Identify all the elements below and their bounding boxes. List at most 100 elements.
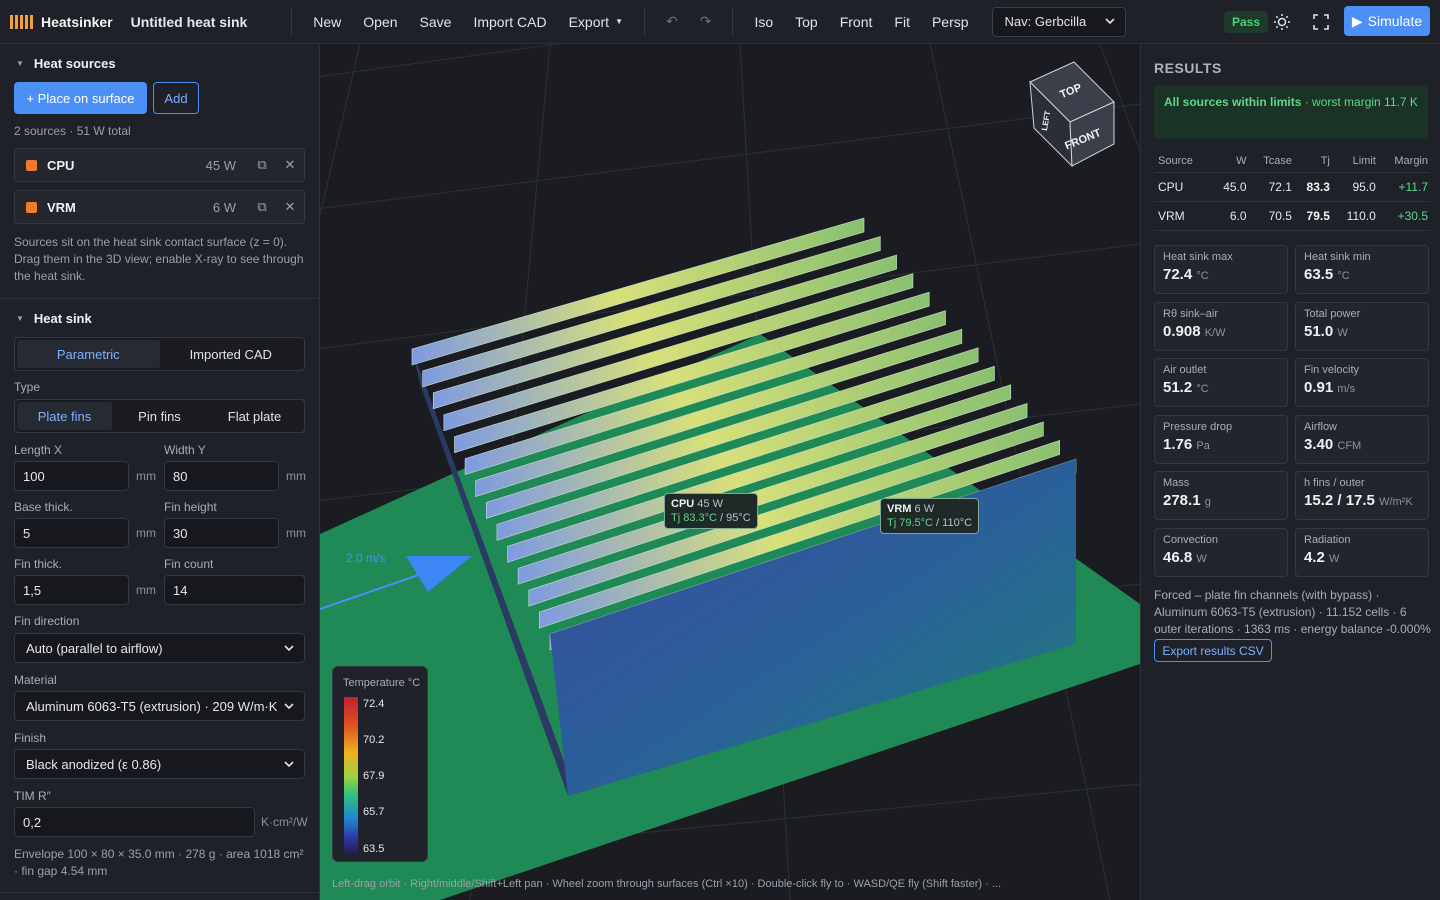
- toolbar-divider: [291, 7, 293, 36]
- width-y-unit: mm: [286, 469, 306, 483]
- metric-value: 72.4 °C: [1163, 266, 1209, 283]
- metric-label: Rθ sink–air: [1163, 307, 1219, 320]
- metric-label: Heat sink max: [1163, 251, 1233, 263]
- new-button[interactable]: New: [302, 7, 352, 37]
- metric-label: Airflow: [1304, 420, 1338, 433]
- tab-pin-fins[interactable]: Pin fins: [112, 402, 207, 430]
- view-fit-button[interactable]: Fit: [883, 7, 921, 37]
- metric-value: 0.91 m/s: [1304, 379, 1356, 396]
- redo-icon[interactable]: ↷: [689, 7, 723, 37]
- metric-label: Convection: [1163, 533, 1219, 546]
- tag-power: 45 W: [697, 498, 723, 510]
- duplicate-icon[interactable]: ⧉: [248, 199, 276, 215]
- metric-label: Air outlet: [1163, 364, 1207, 376]
- app-name: Heatsinker: [41, 13, 113, 30]
- heat-sink-title: Heat sink: [33, 310, 92, 326]
- 3d-viewport[interactable]: TOP FRONT LEFT 2.0 m/s CPU 45 W Tj 83.3°…: [320, 44, 1140, 900]
- envelope-note: Envelope 100 × 80 × 35.0 mm · 278 g · ar…: [14, 847, 304, 878]
- export-menu-button[interactable]: Export ▼: [558, 7, 634, 37]
- tim-input[interactable]: 0,2: [14, 807, 255, 837]
- source-row-cpu[interactable]: CPU 45 W ⧉ ✕: [14, 148, 305, 182]
- nav-mode-select[interactable]: Nav: Gerbcilla: [991, 6, 1126, 37]
- document-title[interactable]: Untitled heat sink: [131, 14, 248, 30]
- close-icon[interactable]: ✕: [276, 199, 304, 215]
- results-status-detail: · worst margin 11.7 K: [1301, 95, 1418, 109]
- scene-canvas[interactable]: TOP FRONT LEFT: [320, 44, 1140, 900]
- metric-card: Mass 278.1 g: [1154, 471, 1288, 520]
- tab-flat-plate[interactable]: Flat plate: [207, 402, 302, 430]
- theme-sun-icon[interactable]: [1271, 11, 1293, 33]
- tab-imported-cad[interactable]: Imported CAD: [160, 340, 303, 368]
- navigation-hint: Left-drag orbit · Right/middle/Shift+Lef…: [332, 878, 1001, 890]
- view-iso-button[interactable]: Iso: [743, 7, 784, 37]
- nav-cube[interactable]: TOP FRONT LEFT: [1029, 61, 1115, 168]
- base-thick-input[interactable]: 5: [14, 518, 129, 548]
- heat-sources-section-header[interactable]: ▼ Heat sources: [0, 53, 116, 73]
- place-on-surface-button[interactable]: + Place on surface: [14, 82, 147, 114]
- metric-card: Heat sink min 63.5 °C: [1295, 245, 1429, 294]
- width-y-label: Width Y: [164, 443, 206, 457]
- source-color-swatch: [26, 159, 37, 171]
- legend-tick: 72.4: [363, 698, 385, 710]
- view-front-button[interactable]: Front: [829, 7, 884, 37]
- fin-thick-input[interactable]: 1,5: [14, 575, 129, 605]
- tag-tj: Tj 83.3°C: [671, 512, 717, 524]
- tab-parametric[interactable]: Parametric: [17, 340, 160, 368]
- simulate-button[interactable]: ▶ Simulate: [1344, 6, 1430, 36]
- vrm-source-tag[interactable]: VRM 6 W Tj 79.5°C / 110°C: [880, 498, 980, 534]
- toolbar-divider: [732, 7, 734, 36]
- view-top-button[interactable]: Top: [784, 7, 829, 37]
- fin-direction-select[interactable]: Auto (parallel to airflow): [14, 633, 305, 663]
- temperature-legend: Temperature °C 72.4 70.2 67.9 65.7 63.5: [332, 666, 428, 862]
- results-status-bold: All sources within limits: [1164, 95, 1302, 109]
- source-row-vrm[interactable]: VRM 6 W ⧉ ✕: [14, 190, 305, 224]
- tim-label: TIM R″: [14, 789, 51, 803]
- metric-label: Fin velocity: [1304, 364, 1360, 376]
- table-row: VRM 6.0 70.5 79.5 110.0 +30.5: [1154, 201, 1430, 231]
- legend-tick: 70.2: [363, 734, 385, 746]
- undo-icon[interactable]: ↶: [655, 7, 689, 37]
- cell: 83.3: [1293, 172, 1332, 202]
- cpu-source-tag[interactable]: CPU 45 W Tj 83.3°C / 95°C: [664, 493, 758, 529]
- tag-tj: Tj 79.5°C: [887, 517, 933, 529]
- chevron-down-icon: [1104, 18, 1115, 25]
- results-panel: RESULTS All sources within limits · wors…: [1140, 44, 1440, 900]
- tag-power: 6 W: [914, 503, 935, 515]
- metric-unit: g: [1204, 496, 1211, 508]
- duplicate-icon[interactable]: ⧉: [248, 157, 276, 173]
- tim-unit: K·cm²/W: [261, 815, 308, 829]
- caret-down-icon: ▼: [615, 17, 623, 26]
- base-thick-label: Base thick.: [14, 500, 73, 514]
- col-tcase: Tcase: [1248, 150, 1294, 173]
- fin-count-input[interactable]: 14: [164, 575, 305, 605]
- open-button[interactable]: Open: [352, 7, 408, 37]
- view-persp-button[interactable]: Persp: [921, 7, 980, 37]
- save-button[interactable]: Save: [409, 7, 463, 37]
- toolbar-divider: [643, 7, 645, 36]
- export-label: Export: [568, 13, 610, 30]
- fin-height-input[interactable]: 30: [164, 518, 279, 548]
- metric-value: 51.2 °C: [1163, 379, 1209, 396]
- width-y-input[interactable]: 80: [164, 461, 279, 491]
- material-select[interactable]: Aluminum 6063-T5 (extrusion) · 209 W/m·K: [14, 691, 305, 721]
- add-source-button[interactable]: Add: [153, 82, 199, 114]
- import-cad-button[interactable]: Import CAD: [462, 7, 557, 37]
- status-badge: Pass: [1224, 11, 1269, 33]
- metric-value: 63.5 °C: [1304, 266, 1350, 283]
- metric-value: 278.1 g: [1163, 492, 1211, 509]
- tab-plate-fins[interactable]: Plate fins: [17, 402, 112, 430]
- legend-tick: 63.5: [363, 843, 385, 855]
- play-icon: ▶: [1351, 12, 1363, 29]
- metric-value: 3.40 CFM: [1304, 435, 1362, 453]
- col-margin: Margin: [1377, 150, 1430, 173]
- close-icon[interactable]: ✕: [276, 157, 304, 173]
- heat-sink-section-header[interactable]: ▼ Heat sink: [0, 308, 92, 328]
- metric-value: 15.2 / 17.5 W/m²K: [1304, 492, 1413, 509]
- finish-select[interactable]: Black anodized (ε 0.86): [14, 749, 305, 779]
- metric-card: Fin velocity 0.91 m/s: [1295, 358, 1429, 407]
- export-csv-button[interactable]: Export results CSV: [1154, 639, 1272, 662]
- results-title: RESULTS: [1154, 60, 1222, 76]
- metric-unit: W/m²K: [1379, 496, 1413, 508]
- fullscreen-icon[interactable]: [1310, 11, 1332, 33]
- length-x-input[interactable]: 100: [14, 461, 129, 491]
